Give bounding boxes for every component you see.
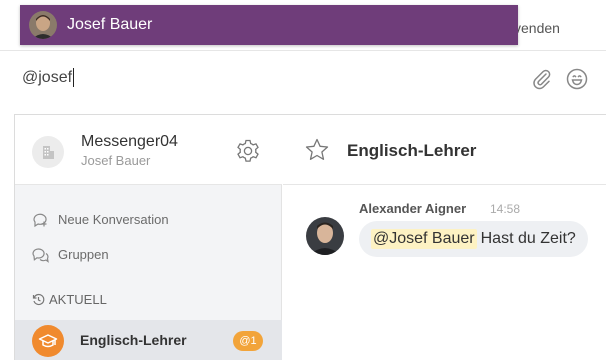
account-user: Josef Bauer [81,153,151,168]
messenger-window: Messenger04 Josef Bauer Neue Konversatio… [14,114,606,360]
sidebar-item-label: Gruppen [58,246,109,262]
star-icon[interactable] [304,137,330,163]
groups-icon [31,245,49,263]
message-mention[interactable]: @Josef Bauer [371,229,477,249]
sidebar-item-label: Neue Konversation [58,211,169,227]
message-author: Alexander Aigner [359,201,467,216]
conversation-name: Englisch-Lehrer [80,332,187,348]
sidebar: Messenger04 Josef Bauer Neue Konversatio… [15,115,282,360]
chat-header: Englisch-Lehrer [283,115,606,185]
message-time: 14:58 [490,202,521,216]
sidebar-item-new-conversation[interactable]: Neue Konversation [31,210,169,228]
sidebar-item-groups[interactable]: Gruppen [31,245,109,263]
input-value: @josef [22,68,73,86]
graduation-cap-icon [32,325,64,357]
suggestion-name: Josef Bauer [67,16,153,33]
composer-divider [0,50,606,51]
message-input[interactable]: @josef [22,68,75,87]
message-text: Hast du Zeit? [480,230,576,247]
gear-icon[interactable] [234,137,262,165]
message-bubble: @Josef Bauer Hast du Zeit? [359,221,588,257]
account-header: Messenger04 Josef Bauer [15,115,282,185]
text-caret [73,68,75,87]
suggestion-avatar [29,11,57,39]
chat-pane: Englisch-Lehrer Alexander Aigner 14:58 @… [283,115,606,360]
section-current: AKTUELL [31,290,107,308]
new-chat-icon [31,210,49,228]
paperclip-icon[interactable] [531,68,553,90]
conversation-item-englisch-lehrer[interactable]: Englisch-Lehrer @1 [15,320,282,360]
section-label: AKTUELL [49,291,107,307]
history-icon [31,290,45,308]
smiley-icon[interactable] [566,68,588,90]
message-composer: venden Josef Bauer @josef [0,0,606,112]
mention-badge: @1 [233,331,263,351]
send-hint-text: venden [514,20,560,36]
avatar[interactable] [306,217,344,255]
building-icon [32,136,64,168]
mention-suggestion[interactable]: Josef Bauer [20,5,518,45]
account-name: Messenger04 [81,133,178,150]
chat-title: Englisch-Lehrer [347,141,477,160]
